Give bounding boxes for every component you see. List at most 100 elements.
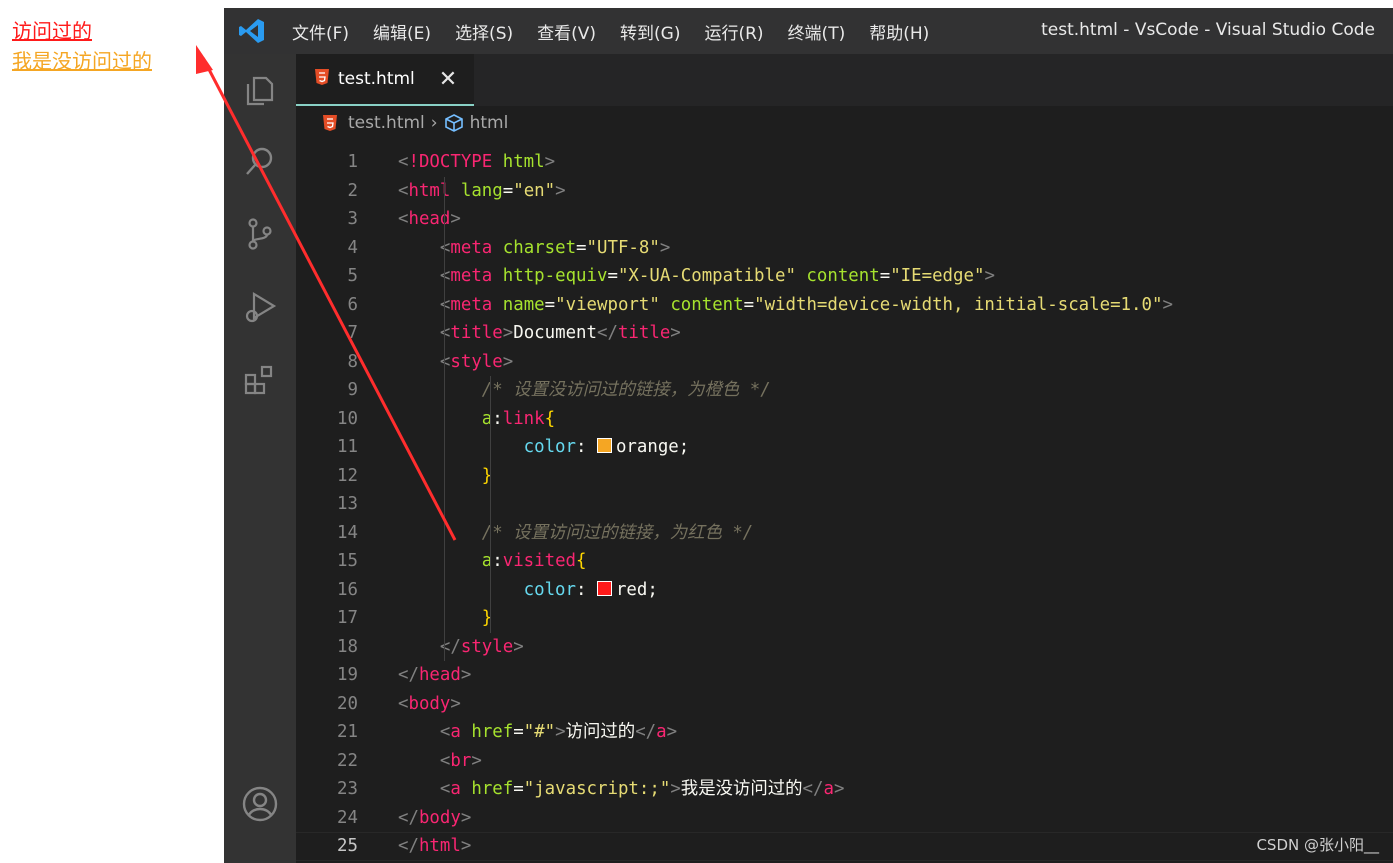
- close-icon[interactable]: ✕: [439, 67, 457, 92]
- run-debug-icon[interactable]: [238, 286, 282, 330]
- indent-guide: [490, 376, 491, 633]
- line-number: 11: [337, 437, 358, 457]
- line-number: 16: [337, 579, 358, 600]
- line-number: 10: [337, 408, 358, 429]
- line-number: 13: [337, 494, 358, 514]
- code-text: <!DOCTYPE html>: [398, 152, 556, 172]
- vscode-window: 文件(F) 编辑(E) 选择(S) 查看(V) 转到(G) 运行(R) 终端(T) 帮助(H)…: [224, 8, 1393, 863]
- code-text: <br>: [439, 750, 482, 771]
- code-line[interactable]: 17 }: [296, 604, 1393, 633]
- code-text: <meta name="viewport" content="width=dev…: [439, 294, 1173, 315]
- explorer-icon[interactable]: [238, 68, 282, 112]
- code-line[interactable]: 10 a:link{: [296, 405, 1393, 434]
- line-number: 22: [337, 750, 358, 771]
- code-text: color: orange;: [523, 437, 690, 457]
- code-text: <meta http-equiv="X-UA-Compatible" conte…: [439, 266, 995, 286]
- line-number: 24: [337, 807, 358, 828]
- line-number: 17: [337, 608, 358, 628]
- code-line[interactable]: 18 </style>: [296, 633, 1393, 662]
- code-line[interactable]: 1 <!DOCTYPE html>: [296, 148, 1393, 177]
- code-line[interactable]: 25 </html>: [296, 832, 1393, 861]
- line-number: 21: [337, 722, 358, 742]
- breadcrumb: test.html › html: [296, 106, 1393, 140]
- line-number: 19: [337, 665, 358, 685]
- code-line[interactable]: 16 color: red;: [296, 576, 1393, 605]
- account-icon[interactable]: [238, 782, 282, 826]
- breadcrumb-node[interactable]: html: [470, 113, 509, 133]
- code-text: <a href="javascript:;">我是没访问过的</a>: [439, 779, 845, 799]
- menu-item[interactable]: 查看(V): [525, 19, 608, 44]
- code-line[interactable]: 6 <meta name="viewport" content="width=d…: [296, 291, 1393, 320]
- menu-item[interactable]: 编辑(E): [361, 19, 443, 44]
- code-line[interactable]: 24 </body>: [296, 804, 1393, 833]
- line-number: 12: [337, 465, 358, 486]
- code-line[interactable]: 2 <html lang="en">: [296, 177, 1393, 206]
- line-number: 8: [347, 351, 358, 372]
- menu-item[interactable]: 运行(R): [692, 19, 775, 44]
- code-text: <style>: [439, 351, 514, 372]
- code-text: a:visited{: [481, 551, 587, 571]
- code-line[interactable]: 21 <a href="#">访问过的</a>: [296, 718, 1393, 747]
- code-line[interactable]: 15 a:visited{: [296, 547, 1393, 576]
- code-line[interactable]: 8 <style>: [296, 348, 1393, 377]
- code-line[interactable]: 23 <a href="javascript:;">我是没访问过的</a>: [296, 775, 1393, 804]
- code-text: <html lang="en">: [398, 180, 566, 201]
- code-text: }: [481, 608, 493, 628]
- code-text: <head>: [398, 209, 461, 229]
- tab-test-html[interactable]: test.html ✕: [296, 54, 474, 106]
- code-text: <title>Document</title>: [439, 323, 681, 343]
- line-number: 3: [347, 209, 358, 229]
- line-number: 7: [347, 323, 358, 343]
- editor-tabs: test.html ✕: [296, 54, 1393, 106]
- menu-item[interactable]: 文件(F): [280, 19, 361, 44]
- menu-bar: 文件(F) 编辑(E) 选择(S) 查看(V) 转到(G) 运行(R) 终端(T) 帮助(H): [280, 19, 941, 44]
- code-line[interactable]: 9 /* 设置没访问过的链接，为橙色 */: [296, 376, 1393, 405]
- code-text: </body>: [398, 807, 472, 828]
- unvisited-link[interactable]: 我是没访问过的: [12, 48, 152, 74]
- line-number: 9: [347, 380, 358, 400]
- code-line[interactable]: 19 </head>: [296, 661, 1393, 690]
- line-number: 4: [347, 237, 358, 258]
- activity-bar: [224, 54, 296, 863]
- window-title: test.html - VsCode - Visual Studio Code: [1041, 20, 1375, 40]
- code-text: <a href="#">访问过的</a>: [439, 722, 678, 742]
- line-number: 23: [337, 779, 358, 799]
- breadcrumb-file[interactable]: test.html: [348, 113, 425, 133]
- code-line[interactable]: 20 <body>: [296, 690, 1393, 719]
- code-line[interactable]: 14 /* 设置访问过的链接，为红色 */: [296, 519, 1393, 548]
- menu-item[interactable]: 终端(T): [776, 19, 858, 44]
- element-cube-icon: [444, 113, 464, 133]
- code-editor[interactable]: 1 <!DOCTYPE html> 2 <html lang="en"> 3 <head>…: [296, 140, 1393, 863]
- line-number: 2: [347, 180, 358, 201]
- code-text: </style>: [439, 636, 524, 657]
- visited-link[interactable]: 访问过的: [12, 18, 92, 44]
- line-number: 1: [347, 152, 358, 172]
- search-icon[interactable]: [238, 140, 282, 184]
- title-bar: 文件(F) 编辑(E) 选择(S) 查看(V) 转到(G) 运行(R) 终端(T) 帮助(H)…: [224, 8, 1393, 54]
- code-line[interactable]: 7 <title>Document</title>: [296, 319, 1393, 348]
- indent-guide: [444, 176, 445, 661]
- code-line[interactable]: 4 <meta charset="UTF-8">: [296, 234, 1393, 263]
- source-control-icon[interactable]: [238, 212, 282, 256]
- code-line[interactable]: 22 <br>: [296, 747, 1393, 776]
- code-line[interactable]: 12 }: [296, 462, 1393, 491]
- html5-icon: [322, 114, 338, 132]
- code-text: /* 设置访问过的链接，为红色 */: [481, 522, 754, 543]
- line-number: 18: [337, 636, 358, 657]
- menu-item[interactable]: 转到(G): [608, 19, 692, 44]
- extensions-icon[interactable]: [238, 358, 282, 402]
- code-text: <meta charset="UTF-8">: [439, 237, 671, 258]
- vscode-logo-icon: [224, 8, 280, 54]
- menu-item[interactable]: 选择(S): [443, 19, 525, 44]
- browser-preview: 访问过的 我是没访问过的: [0, 0, 224, 863]
- code-line[interactable]: 13: [296, 490, 1393, 519]
- code-text: /* 设置没访问过的链接，为橙色 */: [481, 380, 771, 400]
- line-number: 25: [337, 836, 358, 856]
- code-line[interactable]: 11 color: orange;: [296, 433, 1393, 462]
- code-line[interactable]: 3 <head>: [296, 205, 1393, 234]
- html5-icon: [314, 68, 330, 90]
- line-number: 14: [337, 522, 358, 543]
- line-number: 20: [337, 693, 358, 714]
- menu-item[interactable]: 帮助(H): [857, 19, 941, 44]
- code-line[interactable]: 5 <meta http-equiv="X-UA-Compatible" con…: [296, 262, 1393, 291]
